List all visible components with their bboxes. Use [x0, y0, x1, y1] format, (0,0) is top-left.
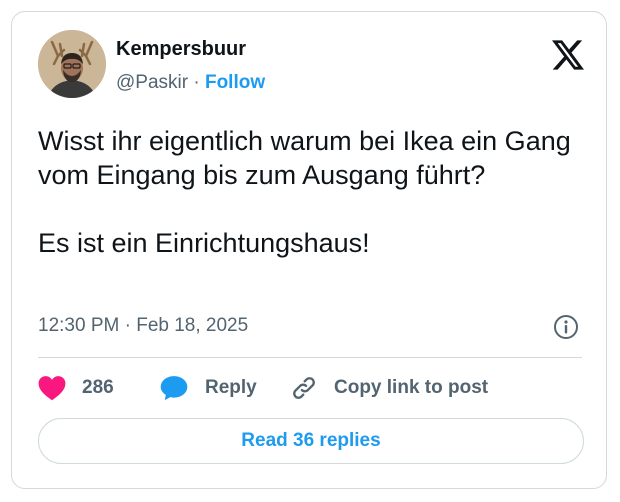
- reply-button[interactable]: Reply: [160, 372, 257, 404]
- speech-bubble-icon: [160, 376, 188, 401]
- follow-button[interactable]: Follow: [205, 72, 265, 93]
- info-icon[interactable]: [553, 314, 579, 340]
- heart-icon: [38, 376, 66, 401]
- post-timestamp[interactable]: 12:30 PM · Feb 18, 2025: [38, 315, 248, 337]
- post-text-paragraph: Wisst ihr eigentlich warum bei Ikea ein …: [38, 126, 571, 190]
- avatar-image: [38, 30, 106, 98]
- like-count: 286: [82, 377, 114, 398]
- post-text: Wisst ihr eigentlich warum bei Ikea ein …: [38, 124, 588, 260]
- x-logo-icon[interactable]: [552, 40, 584, 70]
- divider: [38, 357, 582, 358]
- avatar[interactable]: [38, 30, 106, 98]
- post-text-paragraph: Es ist ein Einrichtungshaus!: [38, 228, 370, 258]
- like-button[interactable]: 286: [38, 372, 114, 404]
- reply-label: Reply: [205, 377, 257, 398]
- embedded-post-card: Kempersbuur @Paskir · Follow Wisst ihr e…: [11, 11, 607, 489]
- copy-link-button[interactable]: Copy link to post: [290, 372, 488, 404]
- read-replies-button[interactable]: Read 36 replies: [38, 418, 584, 464]
- author-handle[interactable]: @Paskir: [116, 72, 188, 93]
- link-icon: [293, 377, 315, 399]
- author-name[interactable]: Kempersbuur: [116, 38, 246, 61]
- separator-dot: ·: [193, 72, 200, 93]
- copy-link-label: Copy link to post: [334, 377, 489, 398]
- author-handle-row: @Paskir · Follow: [116, 72, 265, 94]
